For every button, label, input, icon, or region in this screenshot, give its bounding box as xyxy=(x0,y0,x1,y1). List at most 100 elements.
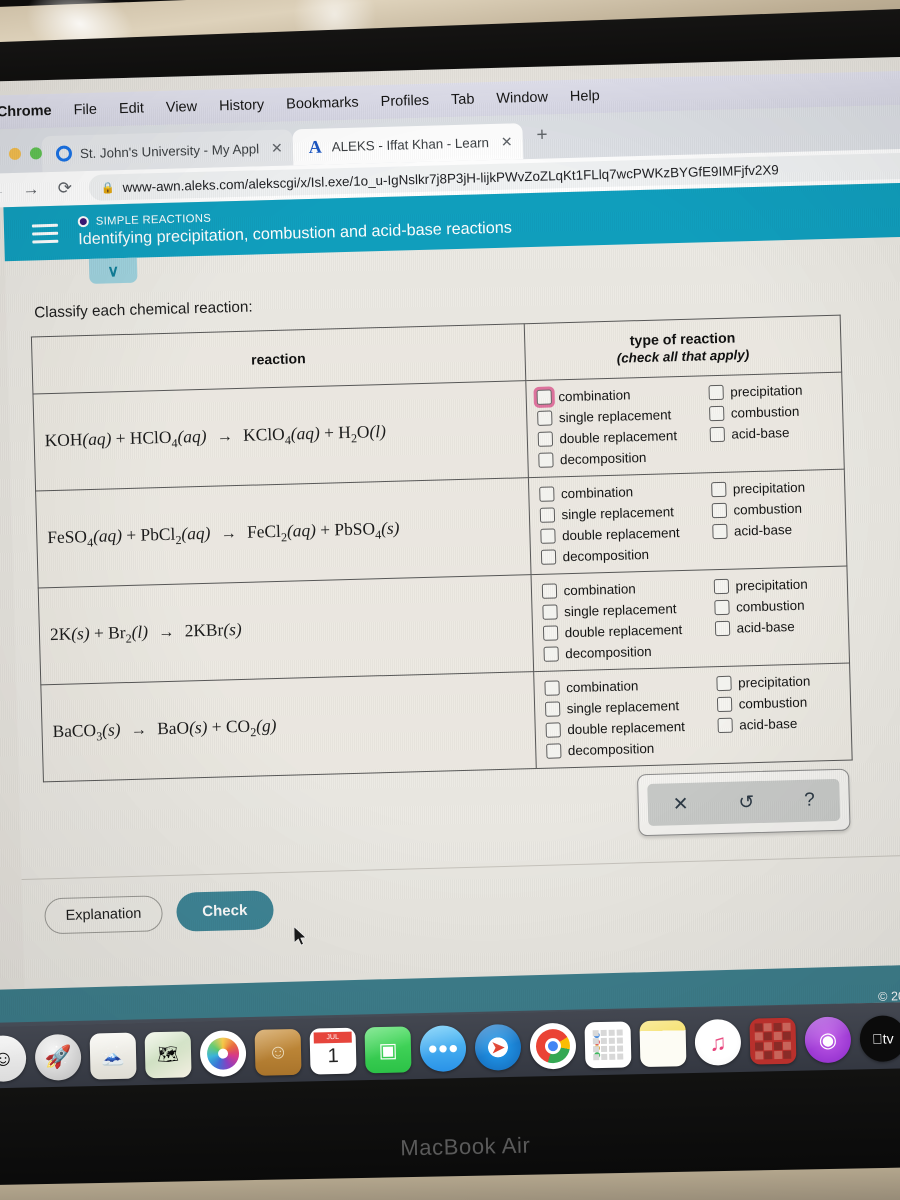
maximize-window-button[interactable] xyxy=(29,147,43,160)
menubar-item-window[interactable]: Window xyxy=(496,89,548,106)
option-acid-base[interactable]: acid-base xyxy=(717,713,843,735)
checkbox-icon[interactable] xyxy=(711,502,727,519)
back-icon[interactable]: ← xyxy=(0,180,7,201)
option-single-replacement[interactable]: single replacement xyxy=(539,501,711,525)
photo-booth-icon[interactable] xyxy=(749,1017,797,1065)
clear-answer-button[interactable]: ✕ xyxy=(672,792,689,815)
numbers-icon[interactable] xyxy=(584,1021,632,1069)
checkbox-icon[interactable] xyxy=(715,675,732,692)
help-button[interactable]: ? xyxy=(804,790,815,812)
new-tab-button[interactable]: + xyxy=(522,125,548,160)
option-decomposition[interactable]: decomposition xyxy=(537,446,710,470)
apple-tv-icon[interactable]: tv xyxy=(859,1015,900,1063)
option-acid-base[interactable]: acid-base xyxy=(711,519,838,541)
checkbox-icon[interactable] xyxy=(537,452,554,468)
option-single-replacement[interactable]: single replacement xyxy=(544,695,717,719)
option-double-replacement[interactable]: double replacement xyxy=(545,716,717,740)
safari-icon[interactable]: ➤ xyxy=(474,1023,522,1071)
collapse-header-button[interactable]: ∨ xyxy=(88,257,138,284)
checkbox-icon[interactable] xyxy=(713,578,729,595)
menubar-item-chrome[interactable]: Chrome xyxy=(0,103,52,120)
close-tab-icon[interactable]: ✕ xyxy=(267,139,283,156)
chrome-icon[interactable] xyxy=(529,1022,577,1070)
option-combination[interactable]: combination xyxy=(536,383,708,407)
checkbox-icon[interactable] xyxy=(543,646,559,662)
menubar-item-bookmarks[interactable]: Bookmarks xyxy=(286,95,359,113)
option-combination[interactable]: combination xyxy=(543,674,716,698)
calendar-icon[interactable]: JUL 1 xyxy=(309,1027,357,1075)
reload-icon[interactable]: ⟳ xyxy=(55,178,76,199)
checkbox-icon[interactable] xyxy=(544,701,560,717)
checkbox-icon[interactable] xyxy=(536,410,553,426)
checkbox-icon[interactable] xyxy=(543,680,560,696)
messages-icon[interactable]: ●●● xyxy=(419,1025,467,1073)
option-acid-base[interactable]: acid-base xyxy=(714,616,840,638)
checkbox-icon[interactable] xyxy=(711,523,728,540)
option-decomposition[interactable]: decomposition xyxy=(543,640,715,664)
checkbox-icon[interactable] xyxy=(710,481,727,498)
option-acid-base[interactable]: acid-base xyxy=(709,422,835,444)
menubar-item-tab[interactable]: Tab xyxy=(451,91,475,108)
option-single-replacement[interactable]: single replacement xyxy=(536,404,709,428)
menu-hamburger-icon[interactable] xyxy=(31,223,59,243)
window-traffic-lights[interactable] xyxy=(0,147,43,174)
checkbox-icon[interactable] xyxy=(545,743,562,759)
music-icon[interactable]: ♫ xyxy=(694,1018,742,1066)
checkbox-icon[interactable] xyxy=(537,431,553,447)
option-decomposition[interactable]: decomposition xyxy=(540,543,712,567)
option-precipitation[interactable]: precipitation xyxy=(708,380,834,402)
checkbox-icon[interactable] xyxy=(708,384,724,401)
option-double-replacement[interactable]: double replacement xyxy=(539,522,712,546)
option-combustion[interactable]: combustion xyxy=(708,401,835,423)
explanation-button[interactable]: Explanation xyxy=(44,894,163,934)
checkbox-icon[interactable] xyxy=(539,528,556,544)
option-combination[interactable]: combination xyxy=(538,480,711,504)
check-button[interactable]: Check xyxy=(175,890,274,932)
maps-icon[interactable]: 🗺 xyxy=(144,1031,192,1079)
menubar-item-view[interactable]: View xyxy=(166,99,198,116)
menubar-item-file[interactable]: File xyxy=(73,102,97,119)
menubar-item-edit[interactable]: Edit xyxy=(119,100,144,117)
checkbox-icon[interactable] xyxy=(536,389,552,405)
checkbox-icon[interactable] xyxy=(542,625,558,641)
option-precipitation[interactable]: precipitation xyxy=(713,574,839,596)
browser-tab-aleks[interactable]: A ALEKS - Iffat Khan - Learn ✕ xyxy=(292,123,524,166)
forward-icon[interactable]: → xyxy=(21,179,42,200)
launchpad-icon[interactable]: 🚀 xyxy=(34,1033,82,1081)
notes-icon[interactable] xyxy=(639,1020,687,1068)
checkbox-icon[interactable] xyxy=(540,549,556,565)
menubar-item-profiles[interactable]: Profiles xyxy=(380,93,429,110)
checkbox-icon[interactable] xyxy=(539,507,555,523)
checkbox-icon[interactable] xyxy=(708,405,725,422)
checkbox-icon[interactable] xyxy=(541,604,558,620)
checkbox-icon[interactable] xyxy=(716,696,732,713)
mail-icon[interactable]: 🗻 xyxy=(89,1032,137,1080)
finder-icon[interactable]: ☺ xyxy=(0,1035,27,1083)
checkbox-icon[interactable] xyxy=(717,717,733,734)
checkbox-icon[interactable] xyxy=(709,426,725,443)
facetime-icon[interactable]: ▣ xyxy=(364,1026,412,1074)
option-combustion[interactable]: combustion xyxy=(713,595,840,617)
photos-icon[interactable] xyxy=(199,1030,247,1078)
menubar-item-history[interactable]: History xyxy=(219,97,265,114)
option-double-replacement[interactable]: double replacement xyxy=(537,425,709,449)
undo-button[interactable]: ↺ xyxy=(738,791,755,814)
checkbox-icon[interactable] xyxy=(714,620,730,637)
close-tab-icon[interactable]: ✕ xyxy=(497,133,513,150)
checkbox-icon[interactable] xyxy=(545,722,561,738)
option-precipitation[interactable]: precipitation xyxy=(710,477,837,499)
option-precipitation[interactable]: precipitation xyxy=(715,671,842,693)
option-combination[interactable]: combination xyxy=(541,577,713,601)
podcasts-icon[interactable]: ◉ xyxy=(804,1016,852,1064)
option-decomposition[interactable]: decomposition xyxy=(545,737,718,761)
option-combustion[interactable]: combustion xyxy=(716,692,842,714)
option-double-replacement[interactable]: double replacement xyxy=(542,619,714,643)
checkbox-icon[interactable] xyxy=(713,599,730,616)
checkbox-icon[interactable] xyxy=(541,583,557,599)
checkbox-icon[interactable] xyxy=(538,486,555,502)
minimize-window-button[interactable] xyxy=(8,147,22,161)
contacts-icon[interactable]: ☺ xyxy=(254,1028,302,1076)
menubar-item-help[interactable]: Help xyxy=(570,88,600,105)
option-single-replacement[interactable]: single replacement xyxy=(541,598,714,622)
option-combustion[interactable]: combustion xyxy=(711,498,837,520)
